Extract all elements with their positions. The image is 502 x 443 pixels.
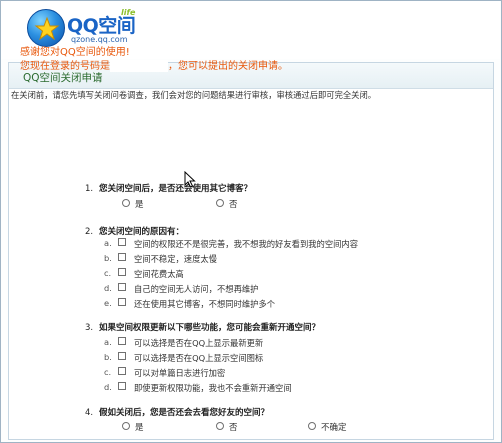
q3-checkbox-c[interactable] xyxy=(118,367,126,375)
question-number: 2. xyxy=(85,227,94,237)
q3-label-a: 可以选择是否在QQ上显示最新更新 xyxy=(134,338,264,348)
q2-label-d: 自己的空间无人访问，不想再维护 xyxy=(134,284,259,294)
thanks-line-2-suffix: ，您可以提出的关闭申请。 xyxy=(168,61,288,72)
option-letter: a. xyxy=(104,238,112,248)
option-letter: c. xyxy=(104,367,112,377)
option-letter: c. xyxy=(104,268,112,278)
option-letter: d. xyxy=(104,382,112,392)
q2-label-b: 空间不稳定，速度太慢 xyxy=(134,254,217,264)
question-text: 您关闭空间后，是否还会使用其它博客？ xyxy=(99,184,253,194)
logo-domain: qzone.qq.com xyxy=(71,35,128,44)
q2-checkbox-b[interactable] xyxy=(118,253,126,261)
q2-checkbox-c[interactable] xyxy=(118,268,126,276)
q1-label-yes: 是 xyxy=(135,200,144,210)
q3-checkbox-b[interactable] xyxy=(118,352,126,360)
q4-radio-yes[interactable] xyxy=(122,422,130,430)
q2-label-e: 还在使用其它博客，不想同时维护多个 xyxy=(134,299,276,309)
thanks-message: 感谢您对QQ空间的使用! 您现在登录的号码是 ，您可以提出的关闭申请。 xyxy=(20,46,288,74)
q2-label-c: 空间花费太高 xyxy=(134,269,184,279)
question-number: 1. xyxy=(85,184,94,194)
thanks-line-2-prefix: 您现在登录的号码是 xyxy=(20,61,110,72)
option-letter: d. xyxy=(104,283,112,293)
q1-radio-yes[interactable] xyxy=(122,199,130,207)
q2-label-a: 空间的权限还不是很完善，我不想我的好友看到我的空间内容 xyxy=(134,239,359,249)
option-letter: b. xyxy=(104,352,112,362)
q4-label-yes: 是 xyxy=(135,423,144,433)
intro-text: 在关闭前，请您先填写关闭问卷调查，我们会对您的问题结果进行审核，审核通过后即可完… xyxy=(11,90,377,100)
logo-badge: life xyxy=(121,8,136,17)
q1-radio-no[interactable] xyxy=(216,199,224,207)
q4-label-unsure: 不确定 xyxy=(321,423,347,433)
option-letter: b. xyxy=(104,253,112,263)
mouse-cursor-icon xyxy=(184,171,196,188)
q3-checkbox-a[interactable] xyxy=(118,337,126,345)
question-number: 4. xyxy=(85,408,94,418)
thanks-line-2: 您现在登录的号码是 ，您可以提出的关闭申请。 xyxy=(20,60,288,74)
q3-checkbox-d[interactable] xyxy=(118,382,126,390)
q2-checkbox-d[interactable] xyxy=(118,283,126,291)
q3-label-d: 即使更新权限功能，我也不会重新开通空间 xyxy=(134,383,292,393)
q1-label-no: 否 xyxy=(229,200,238,210)
question-1: 1. 您关闭空间后，是否还会使用其它博客？ xyxy=(85,182,252,194)
question-number: 3. xyxy=(85,323,94,333)
q4-radio-unsure[interactable] xyxy=(308,422,316,430)
question-4: 4. 假如关闭后，您是否还会去看您好友的空间？ xyxy=(85,406,269,418)
q2-checkbox-e[interactable] xyxy=(118,298,126,306)
question-text: 假如关闭后，您是否还会去看您好友的空间？ xyxy=(99,408,270,418)
q3-label-c: 可以对单篇日志进行加密 xyxy=(134,368,226,378)
q3-label-b: 可以选择是否在QQ上显示空间图标 xyxy=(134,353,264,363)
thanks-line-1: 感谢您对QQ空间的使用! xyxy=(20,47,130,58)
question-2: 2. 您关闭空间的原因有： xyxy=(85,225,184,237)
option-letter: e. xyxy=(104,298,112,308)
q4-radio-no[interactable] xyxy=(216,422,224,430)
option-letter: a. xyxy=(104,337,112,347)
q2-checkbox-a[interactable] xyxy=(118,238,126,246)
question-3: 3. 如果空间权限更新以下哪些功能，您可能会重新开通空间？ xyxy=(85,321,320,333)
redacted-account-number xyxy=(110,60,168,72)
question-text: 如果空间权限更新以下哪些功能，您可能会重新开通空间？ xyxy=(99,323,321,333)
q4-label-no: 否 xyxy=(229,423,238,433)
qzone-star-logo-icon[interactable] xyxy=(27,9,65,47)
question-text: 您关闭空间的原因有： xyxy=(99,227,185,237)
